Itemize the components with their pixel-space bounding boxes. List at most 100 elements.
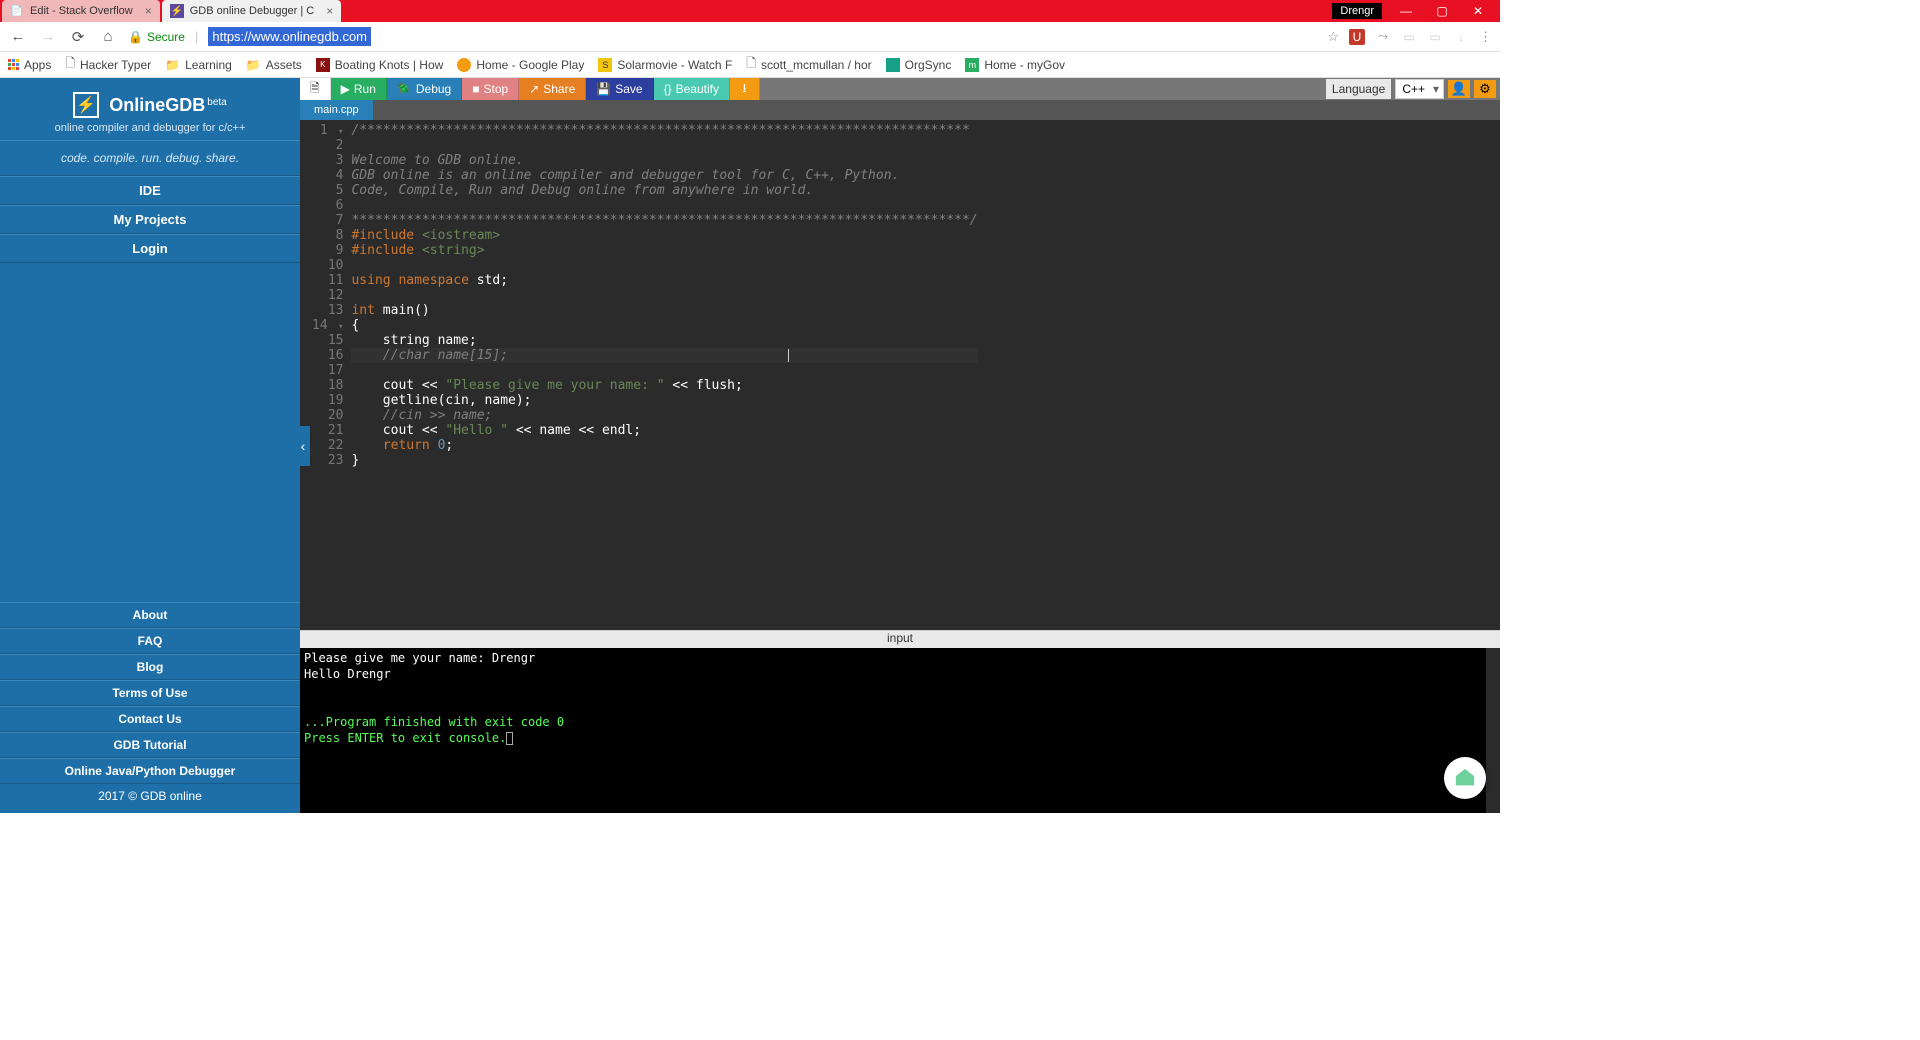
titlebar-right: Drengr — ▢ ✕: [1332, 0, 1500, 22]
sidebar-link-faq[interactable]: FAQ: [0, 628, 300, 654]
apps-icon: [8, 59, 19, 70]
bookmark-item[interactable]: SSolarmovie - Watch F: [598, 58, 732, 72]
chat-bubble[interactable]: [1444, 757, 1486, 799]
close-button[interactable]: ✕: [1466, 4, 1490, 18]
sidebar-item-login[interactable]: Login: [0, 234, 300, 263]
home-button[interactable]: ⌂: [98, 28, 118, 45]
menu-icon[interactable]: ⋮: [1479, 29, 1492, 45]
bookmark-item[interactable]: mHome - myGov: [965, 58, 1065, 72]
favicon: [457, 58, 471, 72]
code-editor[interactable]: 1 ▾234567891011121314 ▾15161718192021222…: [300, 120, 1500, 630]
language-label: Language: [1326, 79, 1391, 99]
user-icon[interactable]: 👤: [1448, 80, 1470, 98]
save-icon: 💾: [596, 82, 611, 96]
bookmark-item[interactable]: KBoating Knots | How: [316, 58, 444, 72]
favicon: 🗋: [746, 54, 756, 75]
sidebar: ⚡ OnlineGDBbeta online compiler and debu…: [0, 78, 300, 813]
back-button[interactable]: ←: [8, 28, 28, 45]
sidebar-link-about[interactable]: About: [0, 602, 300, 628]
sidebar-item-ide[interactable]: IDE: [0, 176, 300, 205]
extension-icon[interactable]: ⤳: [1375, 29, 1391, 45]
onlinegdb-icon: ⚡: [170, 4, 184, 18]
sidebar-link-tutorial[interactable]: GDB Tutorial: [0, 732, 300, 758]
page-icon: 🗋: [65, 54, 75, 75]
line-gutter: 1 ▾234567891011121314 ▾15161718192021222…: [300, 120, 351, 630]
urlbar-right: ☆ U ⤳ ▭ ▭ ↓ ⋮: [1327, 29, 1492, 45]
save-button[interactable]: 💾Save: [586, 78, 653, 100]
stop-button[interactable]: ■Stop: [462, 78, 519, 100]
logo-icon: ⚡: [73, 92, 99, 118]
bookmark-item[interactable]: 🗋Hacker Typer: [65, 54, 151, 75]
browser-tab-onlinegdb[interactable]: ⚡ GDB online Debugger | C ×: [162, 0, 342, 22]
favicon: m: [965, 58, 979, 72]
toolbar-right: Language C++ 👤 ⚙: [1326, 78, 1500, 100]
bookmark-item[interactable]: OrgSync: [886, 58, 952, 72]
brand-name: OnlineGDBbeta: [109, 95, 226, 116]
language-select[interactable]: C++: [1395, 79, 1444, 99]
file-icon: 🗎: [310, 79, 320, 100]
beautify-button[interactable]: {}Beautify: [654, 78, 730, 100]
console-output[interactable]: Please give me your name: Drengr Hello D…: [300, 648, 1500, 813]
share-icon: ↗: [529, 82, 539, 96]
apps-button[interactable]: Apps: [8, 58, 51, 72]
favicon: K: [316, 58, 330, 72]
bug-icon: 🪲: [397, 82, 412, 96]
logo-area: ⚡ OnlineGDBbeta online compiler and debu…: [0, 78, 300, 140]
minimize-button[interactable]: —: [1394, 4, 1418, 18]
sidebar-collapse-handle[interactable]: ‹: [296, 426, 310, 466]
chat-icon: [1454, 767, 1476, 789]
bookmark-folder[interactable]: 📁Assets: [246, 58, 302, 72]
sidebar-link-terms[interactable]: Terms of Use: [0, 680, 300, 706]
download-icon: ⭳: [742, 79, 746, 100]
maximize-button[interactable]: ▢: [1430, 4, 1454, 18]
favicon: S: [598, 58, 612, 72]
secure-indicator[interactable]: 🔒 Secure: [128, 30, 185, 44]
extension-icon[interactable]: ▭: [1427, 29, 1443, 45]
bookmarks-bar: Apps 🗋Hacker Typer 📁Learning 📁Assets KBo…: [0, 52, 1500, 78]
scrollbar[interactable]: [1486, 648, 1500, 813]
extension-icon[interactable]: ▭: [1401, 29, 1417, 45]
console-header[interactable]: input: [300, 630, 1500, 648]
gear-icon[interactable]: ⚙: [1474, 80, 1496, 98]
url-field[interactable]: https://www.onlinegdb.com: [208, 27, 371, 46]
brand-subtitle: online compiler and debugger for c/c++: [0, 122, 300, 134]
window-titlebar: 📄 Edit - Stack Overflow × ⚡ GDB online D…: [0, 0, 1500, 22]
folder-icon: 📁: [165, 58, 180, 72]
bookmark-folder[interactable]: 📁Learning: [165, 58, 232, 72]
sidebar-item-myprojects[interactable]: My Projects: [0, 205, 300, 234]
console-cursor: [506, 732, 513, 745]
user-chip[interactable]: Drengr: [1332, 3, 1382, 19]
sidebar-link-contact[interactable]: Contact Us: [0, 706, 300, 732]
forward-button[interactable]: →: [38, 28, 58, 45]
star-icon[interactable]: ☆: [1327, 29, 1339, 45]
folder-icon: 📁: [246, 58, 261, 72]
bookmark-item[interactable]: 🗋scott_mcmullan / hor: [746, 54, 871, 75]
browser-tabs: 📄 Edit - Stack Overflow × ⚡ GDB online D…: [0, 0, 341, 22]
braces-icon: {}: [664, 82, 672, 96]
close-icon[interactable]: ×: [326, 4, 333, 18]
tab-title: Edit - Stack Overflow: [30, 5, 133, 17]
file-tab-main[interactable]: main.cpp: [300, 100, 373, 120]
extension-icon[interactable]: ↓: [1453, 29, 1469, 45]
tagline: code. compile. run. debug. share.: [0, 140, 300, 176]
reload-button[interactable]: ⟳: [68, 28, 88, 46]
new-file-button[interactable]: 🗎: [300, 78, 331, 100]
extension-icon[interactable]: U: [1349, 29, 1365, 45]
run-button[interactable]: ▶Run: [331, 78, 387, 100]
sidebar-bottom: About FAQ Blog Terms of Use Contact Us G…: [0, 602, 300, 813]
share-button[interactable]: ↗Share: [519, 78, 586, 100]
main-area: ⚡ OnlineGDBbeta online compiler and debu…: [0, 78, 1500, 813]
file-tabs: main.cpp: [300, 100, 1500, 120]
sidebar-link-blog[interactable]: Blog: [0, 654, 300, 680]
code-content[interactable]: /***************************************…: [351, 120, 977, 630]
stop-icon: ■: [472, 82, 479, 96]
copyright: 2017 © GDB online: [0, 784, 300, 813]
download-button[interactable]: ⭳: [730, 78, 760, 100]
debug-button[interactable]: 🪲Debug: [387, 78, 462, 100]
editor-area: 🗎 ▶Run 🪲Debug ■Stop ↗Share 💾Save {}Beaut…: [300, 78, 1500, 813]
close-icon[interactable]: ×: [145, 4, 152, 18]
stackoverflow-icon: 📄: [10, 4, 24, 18]
sidebar-link-debugger[interactable]: Online Java/Python Debugger: [0, 758, 300, 784]
browser-tab-stackoverflow[interactable]: 📄 Edit - Stack Overflow ×: [2, 0, 160, 22]
bookmark-item[interactable]: Home - Google Play: [457, 58, 584, 72]
